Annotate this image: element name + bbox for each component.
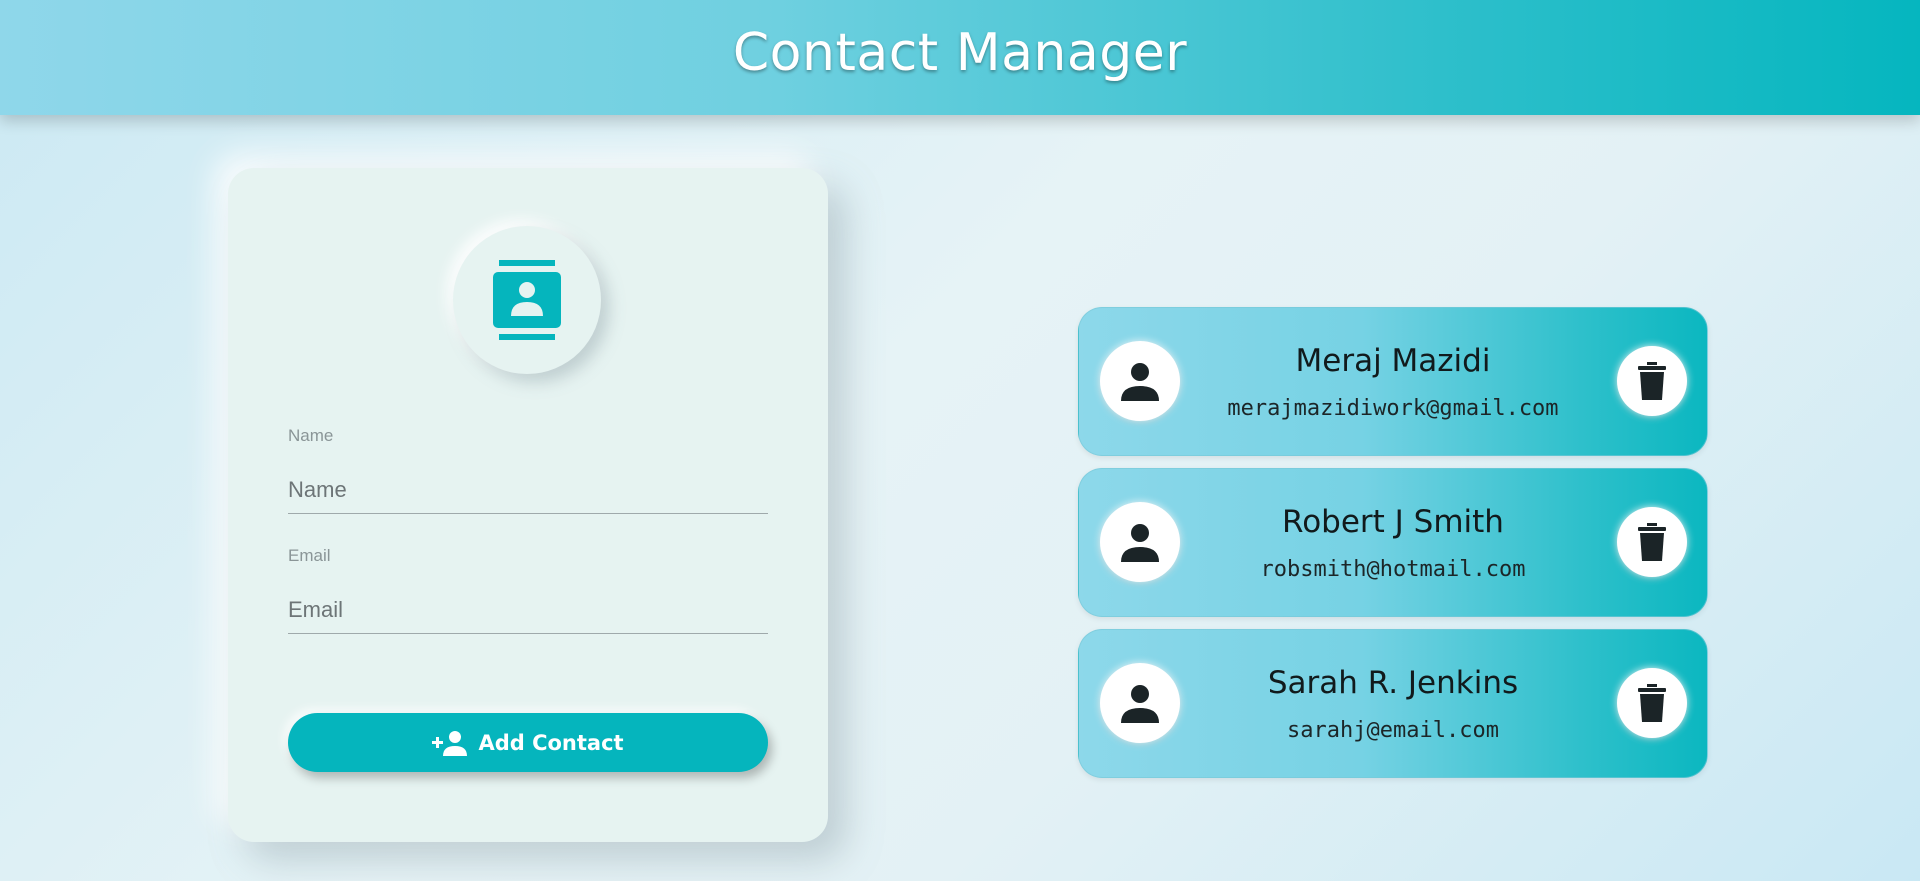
app-header: Contact Manager (0, 0, 1920, 115)
contact-name: Sarah R. Jenkins (1267, 665, 1519, 701)
name-input[interactable] (288, 466, 768, 514)
person-add-icon (432, 730, 468, 756)
contact-email: robsmith@hotmail.com (1260, 557, 1526, 582)
contact-name: Robert J Smith (1282, 504, 1504, 540)
delete-contact-button[interactable] (1617, 346, 1687, 416)
delete-contact-button[interactable] (1617, 507, 1687, 577)
email-input[interactable] (288, 586, 768, 634)
add-contact-form: Name Email Add Contact (228, 168, 828, 842)
trash-icon (1638, 362, 1666, 400)
add-contact-label: Add Contact (478, 730, 624, 755)
delete-contact-button[interactable] (1617, 668, 1687, 738)
contact-card: Robert J Smith robsmith@hotmail.com (1078, 468, 1708, 617)
contact-book-icon (493, 260, 561, 340)
contact-card: Meraj Mazidi merajmazidiwork@gmail.com (1078, 307, 1708, 456)
name-label: Name (288, 426, 334, 445)
trash-icon (1638, 523, 1666, 561)
form-avatar (453, 226, 601, 374)
page-title: Contact Manager (732, 23, 1188, 83)
add-contact-button[interactable]: Add Contact (288, 713, 768, 772)
contact-name: Meraj Mazidi (1295, 343, 1491, 379)
trash-icon (1638, 684, 1666, 722)
email-label: Email (288, 546, 331, 565)
contact-email: sarahj@email.com (1287, 718, 1499, 743)
contact-card: Sarah R. Jenkins sarahj@email.com (1078, 629, 1708, 778)
contact-email: merajmazidiwork@gmail.com (1227, 396, 1559, 421)
